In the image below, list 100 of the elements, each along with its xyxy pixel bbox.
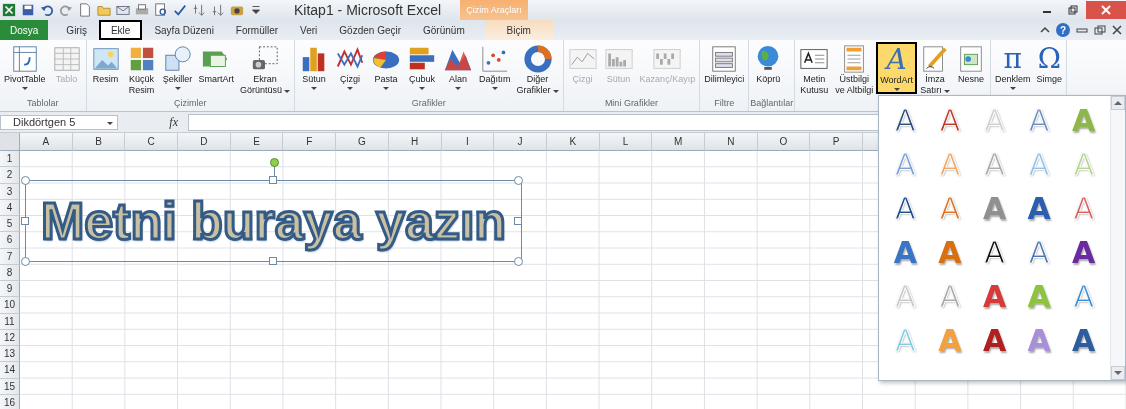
wordart-style[interactable]: A <box>1061 318 1106 362</box>
resize-handle[interactable] <box>514 217 522 225</box>
scatter-chart-icon <box>479 44 510 74</box>
close-icon <box>1101 5 1111 15</box>
text-box-button[interactable]: Metin Kutusu <box>796 42 833 98</box>
sort-descending-icon[interactable] <box>211 3 225 17</box>
row-header[interactable]: 10 <box>0 297 20 314</box>
restore-icon[interactable] <box>1068 5 1078 15</box>
close-button[interactable] <box>1086 1 1126 19</box>
scatter-chart-button[interactable]: Dağıtım <box>476 42 514 92</box>
column-chart-button[interactable]: Sütun <box>296 42 333 92</box>
scroll-down-button[interactable] <box>1111 366 1125 380</box>
new-document-icon[interactable] <box>78 3 92 17</box>
row-header[interactable]: 5 <box>0 216 20 233</box>
column-header[interactable]: C <box>125 133 179 151</box>
wordart-style[interactable]: A <box>972 318 1017 362</box>
column-header[interactable]: A <box>20 133 73 151</box>
wordart-button[interactable]: A WordArt <box>876 42 918 94</box>
column-header[interactable]: L <box>599 133 653 151</box>
ribbon-tab[interactable]: Biçim <box>484 20 553 40</box>
wordart-style[interactable]: A <box>883 230 928 274</box>
column-header[interactable]: E <box>230 133 284 151</box>
object-button[interactable]: Nesne <box>953 42 990 87</box>
spelling-check-icon[interactable] <box>173 3 187 17</box>
undo-icon[interactable] <box>40 3 54 17</box>
area-chart-button[interactable]: Alan <box>440 42 477 92</box>
bar-chart-button[interactable]: Çubuk <box>404 42 441 92</box>
slicer-button[interactable]: Dilimleyici <box>701 42 748 87</box>
header-footer-button[interactable]: Üstbilgi ve Altbilgi <box>832 42 877 98</box>
wordart-style[interactable]: A <box>1016 186 1062 230</box>
symbol-button[interactable]: Ω Simge <box>1033 42 1066 87</box>
printer-icon[interactable] <box>135 3 149 17</box>
column-header[interactable]: M <box>652 133 705 151</box>
restore-icon[interactable] <box>1094 25 1106 35</box>
wordart-style[interactable]: A <box>972 274 1017 318</box>
column-header[interactable]: K <box>546 133 600 151</box>
wordart-style[interactable]: A <box>883 98 928 142</box>
sort-ascending-icon[interactable] <box>192 3 206 17</box>
column-header[interactable]: P <box>810 133 863 151</box>
resize-handle[interactable] <box>21 217 29 225</box>
wordart-style[interactable]: A <box>1061 230 1106 274</box>
clip-art-button[interactable]: Küçük Resim <box>123 42 160 98</box>
shapes-button[interactable]: Şekiller <box>159 42 196 92</box>
resize-handle[interactable] <box>21 176 30 185</box>
help-button[interactable]: ? <box>1056 23 1070 37</box>
ribbon-tab[interactable]: Ekle <box>98 20 143 40</box>
column-header[interactable]: N <box>704 133 758 151</box>
wordart-style[interactable]: A <box>927 98 973 142</box>
column-header[interactable]: G <box>336 133 389 151</box>
rotation-handle[interactable] <box>270 158 279 167</box>
column-header[interactable]: I <box>441 133 495 151</box>
collapse-ribbon-icon[interactable] <box>1040 25 1050 35</box>
insert-function-button[interactable]: fx <box>122 114 184 130</box>
pivot-table-button[interactable]: PivotTable <box>1 42 49 92</box>
donut-chart-button[interactable]: Diğer Grafikler <box>513 42 562 98</box>
row-header[interactable]: 14 <box>0 362 20 379</box>
ribbon-tab[interactable]: Sayfa Düzeni <box>144 20 224 40</box>
print-preview-icon[interactable] <box>154 3 168 17</box>
mail-icon[interactable] <box>116 3 130 17</box>
save-icon[interactable] <box>21 3 35 17</box>
row-header[interactable]: 6 <box>0 232 20 249</box>
column-header[interactable]: B <box>72 133 126 151</box>
excel-logo-icon[interactable] <box>2 3 16 17</box>
scroll-up-button[interactable] <box>1111 96 1125 110</box>
column-header[interactable]: J <box>494 133 547 151</box>
name-box[interactable]: Dikdörtgen 5 <box>0 114 118 130</box>
screenshot-button[interactable]: Ekran Görüntüsü <box>237 42 294 98</box>
equation-button[interactable]: π Denklem <box>992 42 1034 92</box>
smartart-button[interactable]: SmartArt <box>195 42 238 87</box>
redo-icon[interactable] <box>59 3 73 17</box>
globe-button[interactable]: Köprü <box>750 42 787 87</box>
line-chart-button[interactable]: Çizgi <box>332 42 369 92</box>
column-header[interactable]: F <box>283 133 337 151</box>
row-header[interactable]: 1 <box>0 151 20 168</box>
resize-handle[interactable] <box>21 257 30 266</box>
customize-caret-icon[interactable] <box>249 3 263 17</box>
folder-icon[interactable] <box>97 3 111 17</box>
column-header[interactable]: O <box>757 133 811 151</box>
picture-button[interactable]: Resim <box>87 42 124 87</box>
ribbon-tab[interactable]: Gözden Geçir <box>329 20 412 40</box>
wordart-style[interactable]: A <box>972 230 1017 274</box>
pie-chart-button[interactable]: Pasta <box>368 42 405 92</box>
ribbon-tab[interactable]: Görünüm <box>413 20 475 40</box>
column-header[interactable]: H <box>388 133 442 151</box>
resize-handle[interactable] <box>269 176 277 184</box>
resize-handle[interactable] <box>269 257 277 265</box>
ribbon-tab[interactable]: Formüller <box>225 20 289 40</box>
ribbon-tab[interactable]: Dosya <box>0 20 49 40</box>
wordart-style[interactable]: A <box>883 186 928 230</box>
ribbon-tab[interactable]: Giriş <box>56 20 97 40</box>
row-header[interactable]: 9 <box>0 281 20 298</box>
resize-handle[interactable] <box>514 257 523 266</box>
contextual-tab-header: Çizim Araçları <box>460 0 528 20</box>
column-header[interactable]: D <box>178 133 231 151</box>
row-header[interactable]: 13 <box>0 346 20 363</box>
shapes-icon <box>162 44 193 74</box>
ribbon-tab[interactable]: Veri <box>290 20 328 40</box>
resize-handle[interactable] <box>514 176 523 185</box>
row-header[interactable]: 2 <box>0 167 20 184</box>
close-icon[interactable] <box>1112 25 1122 35</box>
